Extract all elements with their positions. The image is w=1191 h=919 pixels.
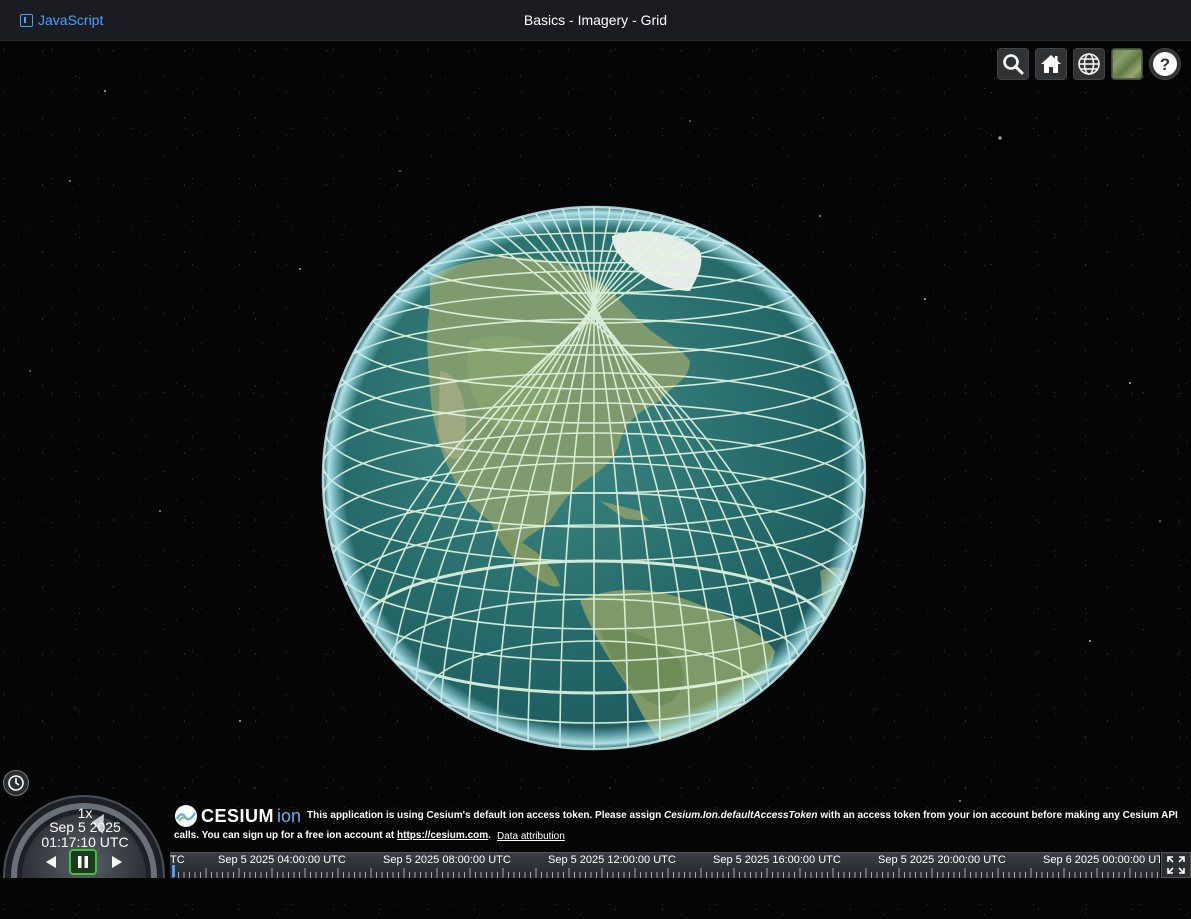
imagery-layer-picker[interactable] bbox=[1111, 48, 1143, 80]
cesium-link[interactable]: https://cesium.com bbox=[397, 830, 488, 841]
globe[interactable] bbox=[0, 41, 1191, 919]
logo-text: CESIUM bbox=[201, 806, 275, 826]
pause-icon bbox=[78, 856, 88, 868]
cesium-ion-logo[interactable]: CESIUM ion bbox=[174, 804, 301, 828]
home-icon bbox=[1041, 55, 1061, 73]
timeline-needle[interactable] bbox=[172, 865, 175, 877]
message-part-1: This application is using Cesium's defau… bbox=[307, 810, 664, 821]
atmosphere bbox=[323, 207, 865, 749]
cesium-viewer[interactable]: ? bbox=[0, 41, 1191, 919]
reverse-icon bbox=[46, 856, 56, 868]
top-bar: JavaScript Basics - Imagery - Grid bbox=[0, 0, 1191, 41]
pause-button[interactable] bbox=[69, 849, 97, 875]
home-button[interactable] bbox=[1035, 48, 1067, 80]
play-forward-button[interactable] bbox=[103, 849, 131, 875]
credit-message: This application is using Cesium's defau… bbox=[174, 810, 1178, 841]
timeline-label: Sep 6 2025 00:00:00 UTC bbox=[1043, 854, 1160, 866]
timeline-label: Sep 5 2025 04:00:00 UTC bbox=[218, 854, 346, 866]
data-attribution-link[interactable]: Data attribution bbox=[497, 831, 565, 842]
timeline-label: Sep 5 2025 20:00:00 UTC bbox=[878, 854, 1006, 866]
timeline-label: Sep 5 2025 12:00:00 UTC bbox=[548, 854, 676, 866]
fullscreen-icon bbox=[1167, 856, 1185, 874]
scene-mode-button[interactable] bbox=[1073, 48, 1105, 80]
cesium-toolbar: ? bbox=[997, 48, 1181, 80]
timeline-label: Sep 5 2025 16:00:00 UTC bbox=[713, 854, 841, 866]
page-title: Basics - Imagery - Grid bbox=[523, 12, 668, 28]
logo-suffix: ion bbox=[277, 806, 302, 826]
fullscreen-button[interactable] bbox=[1161, 852, 1191, 878]
timeline[interactable]: TC Sep 5 2025 04:00:00 UTC Sep 5 2025 08… bbox=[170, 852, 1160, 878]
message-part-3: . bbox=[488, 830, 491, 841]
credit-container: CESIUM ion This application is using Ces… bbox=[174, 804, 1184, 845]
play-icon bbox=[112, 856, 122, 868]
play-reverse-button[interactable] bbox=[37, 849, 65, 875]
clock-button[interactable] bbox=[3, 770, 29, 796]
help-icon: ? bbox=[1153, 52, 1177, 76]
svg-text:?: ? bbox=[1160, 55, 1170, 74]
help-button[interactable]: ? bbox=[1149, 48, 1181, 80]
clock-icon bbox=[8, 775, 24, 791]
cesium-logo-icon bbox=[175, 805, 197, 827]
geocoder-button[interactable] bbox=[997, 48, 1029, 80]
message-code: Cesium.Ion.defaultAccessToken bbox=[663, 810, 818, 821]
imagery-thumbnail bbox=[1113, 50, 1141, 78]
timeline-ticks bbox=[172, 868, 1158, 878]
timeline-label: Sep 5 2025 08:00:00 UTC bbox=[383, 854, 511, 866]
animation-time: 01:17:10 UTC bbox=[41, 834, 129, 850]
animation-date: Sep 5 2025 bbox=[49, 819, 121, 835]
search-icon bbox=[1003, 54, 1024, 75]
globe-icon bbox=[1078, 53, 1100, 75]
